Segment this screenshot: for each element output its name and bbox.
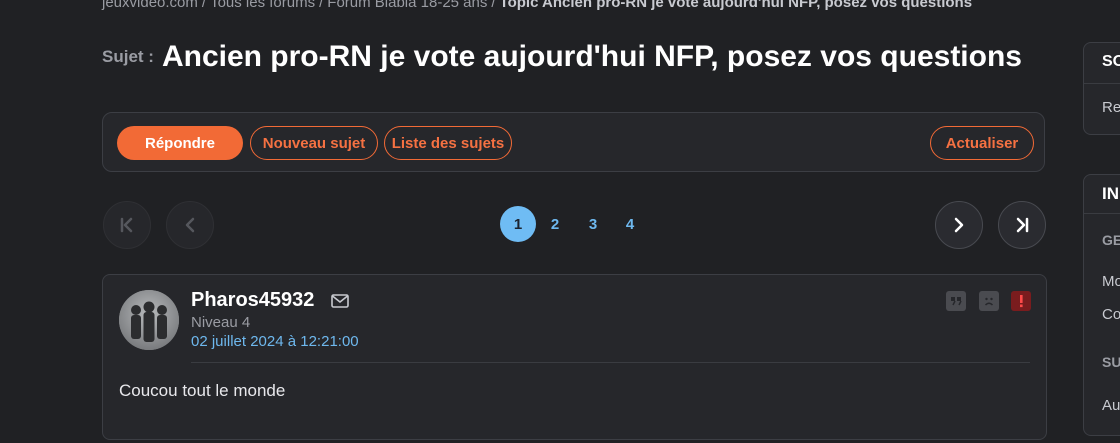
sidebar-card-info: IN GE Mo Co SU Au: [1083, 174, 1120, 436]
sidebar-card-link[interactable]: Re: [1102, 99, 1120, 116]
mail-icon[interactable]: [331, 294, 349, 313]
breadcrumb-forum-link[interactable]: Forum Blabla 18-25 ans: [327, 0, 487, 11]
page-number-3[interactable]: 3: [575, 206, 611, 242]
post-content: Coucou tout le monde: [119, 381, 286, 400]
sidebar-section-heading: SU: [1102, 354, 1120, 370]
next-page-button[interactable]: [935, 201, 983, 249]
sidebar-card-top: SO Re: [1083, 42, 1120, 135]
page-number-2[interactable]: 2: [537, 206, 573, 242]
first-page-button[interactable]: [103, 201, 151, 249]
sidebar-info-line: Mo: [1102, 273, 1120, 290]
topic-toolbar: Répondre Nouveau sujet Liste des sujets …: [102, 112, 1045, 172]
avatar-image: [119, 290, 179, 350]
topic-list-button[interactable]: Liste des sujets: [384, 126, 512, 160]
breadcrumb: jeuxvideo.com / Tous les forums / Forum Blab…: [102, 0, 972, 14]
reply-button[interactable]: Répondre: [117, 126, 243, 160]
subject-label: Sujet :: [102, 47, 154, 66]
sidebar-divider: [1084, 83, 1120, 84]
sidebar-card-heading: SO: [1102, 53, 1120, 70]
last-page-icon: [1016, 217, 1029, 233]
page-number-4[interactable]: 4: [612, 206, 648, 242]
breadcrumb-separator: /: [319, 0, 324, 11]
sidebar-card-heading: IN: [1102, 184, 1119, 203]
post-date-link[interactable]: 02 juillet 2024 à 12:21:00: [191, 333, 359, 350]
sad-face-icon[interactable]: [979, 291, 999, 311]
page-number-1[interactable]: 1: [500, 206, 536, 242]
sidebar-divider: [1084, 213, 1120, 214]
quote-icon[interactable]: [946, 291, 966, 311]
avatar[interactable]: [119, 290, 179, 350]
previous-page-button[interactable]: [166, 201, 214, 249]
breadcrumb-all-forums-link[interactable]: Tous les forums: [210, 0, 315, 11]
chevron-right-icon: [954, 217, 964, 233]
breadcrumb-current-topic: Topic Ancien pro-RN je vote aujourd'hui …: [499, 0, 973, 11]
new-topic-button[interactable]: Nouveau sujet: [250, 126, 378, 160]
sidebar-info-line: Au: [1102, 397, 1120, 414]
forum-post: Pharos45932 Niveau 4 02 juillet 2024 à 1…: [102, 274, 1047, 440]
last-page-button[interactable]: [998, 201, 1046, 249]
first-page-icon: [120, 217, 133, 233]
sidebar-info-line: Co: [1102, 306, 1120, 323]
breadcrumb-separator: /: [491, 0, 496, 11]
breadcrumb-home-link[interactable]: jeuxvideo.com: [102, 0, 198, 11]
author-level: Niveau 4: [191, 314, 251, 331]
page-title: Ancien pro-RN je vote aujourd'hui NFP, p…: [161, 40, 1022, 73]
subject-header: Sujet : Ancien pro-RN je vote aujourd'hui…: [102, 40, 1022, 74]
refresh-button[interactable]: Actualiser: [930, 126, 1034, 160]
report-icon[interactable]: [1011, 291, 1031, 311]
breadcrumb-separator: /: [201, 0, 207, 11]
chevron-left-icon: [185, 217, 195, 233]
post-author-name[interactable]: Pharos45932: [191, 289, 314, 312]
post-divider: [191, 362, 1030, 363]
sidebar-section-heading: GE: [1102, 232, 1120, 248]
